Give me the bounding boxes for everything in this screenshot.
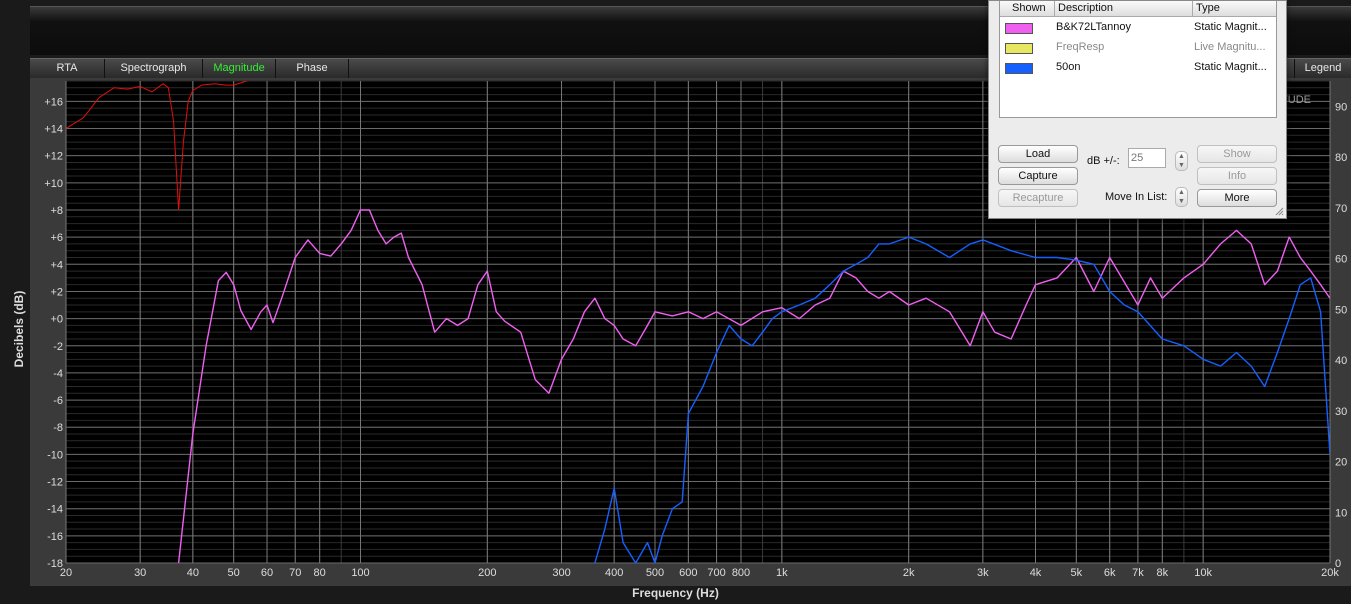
header-shown[interactable]: Shown <box>1012 2 1046 14</box>
y-tick-label: -2 <box>53 341 63 353</box>
trace-color-swatch[interactable] <box>1005 43 1033 54</box>
y2-tick-label: 10 <box>1335 507 1347 519</box>
db-range-input[interactable]: 25 <box>1128 148 1166 168</box>
x-tick-label: 400 <box>605 567 623 579</box>
trace-description: B&K72LTannoy <box>1056 21 1132 33</box>
legend-button[interactable]: Legend <box>1294 59 1351 78</box>
move-in-list-stepper[interactable]: ▲ ▼ <box>1175 187 1188 207</box>
y-tick-label: +6 <box>50 232 63 244</box>
x-tick-label: 2k <box>903 567 915 579</box>
y-tick-label: +0 <box>50 314 63 326</box>
x-tick-label: 80 <box>314 567 326 579</box>
x-tick-label: 100 <box>351 567 369 579</box>
header-type[interactable]: Type <box>1196 2 1220 14</box>
header-description[interactable]: Description <box>1058 2 1113 14</box>
trace-row[interactable]: FreqResp Live Magnitu... <box>1000 38 1276 58</box>
x-tick-label: 5k <box>1071 567 1083 579</box>
db-range-label: dB +/-: <box>1087 155 1120 167</box>
trace-type: Static Magnit... <box>1194 61 1267 73</box>
load-button[interactable]: Load <box>998 145 1078 163</box>
x-tick-label: 600 <box>679 567 697 579</box>
trace-list[interactable]: Shown Description Type B&K72LTannoy Stat… <box>999 1 1277 118</box>
x-tick-label: 8k <box>1157 567 1169 579</box>
y2-tick-label: 30 <box>1335 406 1347 418</box>
x-tick-label: 4k <box>1030 567 1042 579</box>
recapture-button[interactable]: Recapture <box>998 189 1078 207</box>
trace-type: Live Magnitu... <box>1194 41 1266 53</box>
y-tick-label: -16 <box>47 531 63 543</box>
db-range-stepper[interactable]: ▲ ▼ <box>1175 151 1188 171</box>
x-tick-label: 700 <box>707 567 725 579</box>
move-in-list-label: Move In List: <box>1105 191 1168 203</box>
x-axis-title: Frequency (Hz) <box>632 586 719 600</box>
y-tick-label: +4 <box>50 259 63 271</box>
x-tick-label: 70 <box>289 567 301 579</box>
y-tick-label: -4 <box>53 368 63 380</box>
y-tick-label: +10 <box>44 178 63 190</box>
x-tick-label: 500 <box>646 567 664 579</box>
y-tick-label: -14 <box>47 504 63 516</box>
y2-tick-label: 0 <box>1335 558 1341 570</box>
x-tick-label: 20 <box>60 567 72 579</box>
trace-description: FreqResp <box>1056 41 1105 53</box>
y2-tick-label: 80 <box>1335 152 1347 164</box>
y-tick-label: -8 <box>53 422 63 434</box>
y2-tick-label: 70 <box>1335 203 1347 215</box>
x-tick-label: 800 <box>732 567 750 579</box>
tab-magnitude[interactable]: Magnitude <box>203 59 276 78</box>
x-tick-label: 40 <box>187 567 199 579</box>
y-tick-label: -10 <box>47 449 63 461</box>
y-tick-label: +16 <box>44 96 63 108</box>
y-tick-label: +14 <box>44 124 63 136</box>
x-tick-label: 60 <box>261 567 273 579</box>
info-button[interactable]: Info <box>1197 167 1277 185</box>
y2-tick-label: 40 <box>1335 355 1347 367</box>
y2-tick-label: 50 <box>1335 304 1347 316</box>
x-tick-label: 10k <box>1194 567 1212 579</box>
x-tick-label: 30 <box>134 567 146 579</box>
x-tick-label: 7k <box>1132 567 1144 579</box>
y2-tick-label: 90 <box>1335 101 1347 113</box>
x-tick-label: 200 <box>478 567 496 579</box>
y2-tick-label: 20 <box>1335 457 1347 469</box>
trace-color-swatch[interactable] <box>1005 63 1033 74</box>
y-axis-title: Decibels (dB) <box>12 290 26 368</box>
trace-color-swatch[interactable] <box>1005 23 1033 34</box>
show-button[interactable]: Show <box>1197 145 1277 163</box>
tab-phase[interactable]: Phase <box>276 59 349 78</box>
trace-manager-panel: Shown Description Type B&K72LTannoy Stat… <box>988 0 1287 219</box>
x-tick-label: 300 <box>552 567 570 579</box>
trace-list-header: Shown Description Type <box>1000 1 1276 17</box>
trace-row[interactable]: 50on Static Magnit... <box>1000 58 1276 78</box>
tab-rta[interactable]: RTA <box>30 59 105 78</box>
more-button[interactable]: More <box>1197 189 1277 207</box>
resize-grip-icon[interactable] <box>1274 206 1284 216</box>
trace-description: 50on <box>1056 61 1081 73</box>
y2-tick-label: 60 <box>1335 254 1347 266</box>
x-tick-label: 1k <box>776 567 788 579</box>
trace-row[interactable]: B&K72LTannoy Static Magnit... <box>1000 18 1276 38</box>
tab-spectrograph[interactable]: Spectrograph <box>105 59 203 78</box>
y-tick-label: +12 <box>44 151 63 163</box>
x-tick-label: 3k <box>977 567 989 579</box>
capture-button[interactable]: Capture <box>998 167 1078 185</box>
y-tick-label: -6 <box>53 395 63 407</box>
y-tick-label: +8 <box>50 205 63 217</box>
y-tick-label: -12 <box>47 477 63 489</box>
x-tick-label: 50 <box>228 567 240 579</box>
trace-type: Static Magnit... <box>1194 21 1267 33</box>
x-tick-label: 6k <box>1104 567 1116 579</box>
y-tick-label: +2 <box>50 286 63 298</box>
